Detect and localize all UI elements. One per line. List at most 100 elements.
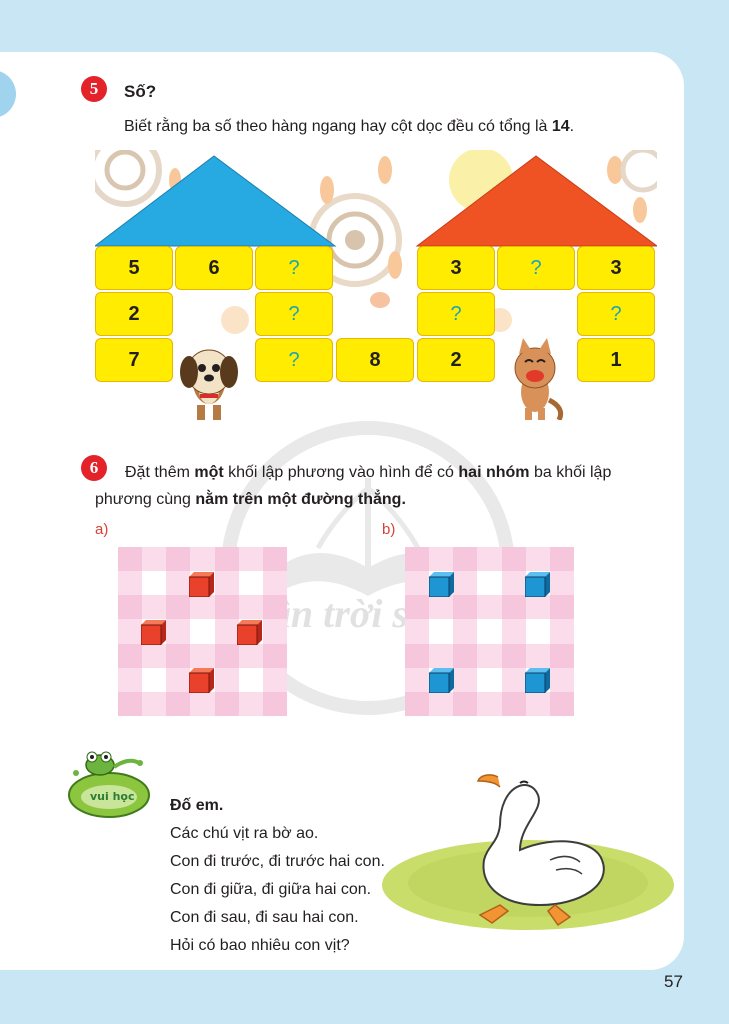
grid-square[interactable] (190, 547, 215, 572)
grid-square[interactable] (525, 547, 550, 572)
grid-square[interactable] (214, 643, 239, 668)
grid-square[interactable] (142, 667, 167, 692)
grid-square[interactable] (238, 571, 263, 596)
grid-square[interactable] (190, 595, 215, 620)
grid-square[interactable] (477, 691, 502, 716)
grid-square[interactable] (166, 691, 191, 716)
grid-square[interactable] (214, 547, 239, 572)
grid-square[interactable] (501, 595, 526, 620)
vui-hoc-badge: vui học (90, 790, 135, 803)
grid-square[interactable] (453, 547, 478, 572)
grid-square[interactable] (453, 691, 478, 716)
grid-square[interactable] (238, 691, 263, 716)
grid-square[interactable] (214, 595, 239, 620)
grid-square[interactable] (238, 643, 263, 668)
grid-square[interactable] (262, 547, 287, 572)
grid-square[interactable] (549, 571, 574, 596)
left-house-cell-r3c3[interactable]: ? (255, 338, 333, 382)
grid-square[interactable] (214, 571, 239, 596)
grid-square[interactable] (501, 667, 526, 692)
grid-square[interactable] (142, 595, 167, 620)
grid-square[interactable] (142, 547, 167, 572)
grid-square[interactable] (549, 643, 574, 668)
grid-square[interactable] (166, 547, 191, 572)
grid-square[interactable] (142, 643, 167, 668)
grid-square[interactable] (477, 619, 502, 644)
grid-square[interactable] (405, 691, 430, 716)
grid-square[interactable] (501, 643, 526, 668)
grid-square[interactable] (453, 619, 478, 644)
blue-cube-icon (525, 668, 550, 693)
grid-square[interactable] (118, 691, 143, 716)
grid-square[interactable] (429, 547, 454, 572)
grid-square[interactable] (405, 571, 430, 596)
grid-square[interactable] (166, 619, 191, 644)
grid-square[interactable] (238, 595, 263, 620)
grid-square[interactable] (549, 691, 574, 716)
right-house-cell-r2c1[interactable]: ? (417, 292, 495, 336)
grid-square[interactable] (166, 643, 191, 668)
grid-square[interactable] (262, 643, 287, 668)
grid-square[interactable] (453, 595, 478, 620)
grid-square[interactable] (453, 667, 478, 692)
grid-square[interactable] (453, 643, 478, 668)
grid-square[interactable] (453, 571, 478, 596)
grid-square[interactable] (501, 619, 526, 644)
grid-square[interactable] (238, 547, 263, 572)
grid-square[interactable] (214, 667, 239, 692)
grid-square[interactable] (262, 667, 287, 692)
grid-square[interactable] (166, 571, 191, 596)
right-house-cell-r1c2[interactable]: ? (497, 246, 575, 290)
grid-square[interactable] (477, 547, 502, 572)
grid-square[interactable] (142, 691, 167, 716)
grid-square[interactable] (405, 667, 430, 692)
grid-square[interactable] (118, 571, 143, 596)
grid-square[interactable] (477, 667, 502, 692)
grid-square[interactable] (190, 643, 215, 668)
grid-square[interactable] (429, 619, 454, 644)
grid-square[interactable] (166, 595, 191, 620)
grid-square[interactable] (405, 643, 430, 668)
page-number: 57 (664, 972, 683, 991)
grid-square[interactable] (549, 667, 574, 692)
grid-square[interactable] (477, 595, 502, 620)
grid-square[interactable] (525, 643, 550, 668)
grid-square[interactable] (549, 595, 574, 620)
grid-square[interactable] (501, 571, 526, 596)
grid-square[interactable] (525, 691, 550, 716)
grid-square[interactable] (477, 571, 502, 596)
grid-square[interactable] (118, 595, 143, 620)
grid-square[interactable] (166, 667, 191, 692)
grid-square[interactable] (501, 691, 526, 716)
grid-square[interactable] (525, 619, 550, 644)
right-house-cell-r2c3[interactable]: ? (577, 292, 655, 336)
grid-square[interactable] (549, 619, 574, 644)
grid-square[interactable] (118, 667, 143, 692)
grid-square[interactable] (118, 547, 143, 572)
grid-square[interactable] (429, 691, 454, 716)
grid-square[interactable] (405, 595, 430, 620)
grid-square[interactable] (501, 547, 526, 572)
grid-square[interactable] (190, 691, 215, 716)
grid-square[interactable] (429, 643, 454, 668)
grid-square[interactable] (118, 619, 143, 644)
grid-square[interactable] (405, 547, 430, 572)
grid-square[interactable] (525, 595, 550, 620)
grid-square[interactable] (262, 619, 287, 644)
grid-square[interactable] (118, 643, 143, 668)
grid-square[interactable] (214, 619, 239, 644)
grid-square[interactable] (549, 547, 574, 572)
grid-square[interactable] (262, 571, 287, 596)
grid-square[interactable] (190, 619, 215, 644)
grid-square[interactable] (262, 691, 287, 716)
riddle-line: Hỏi có bao nhiêu con vịt? (170, 937, 350, 954)
left-house-cell-r1c3[interactable]: ? (255, 246, 333, 290)
grid-square[interactable] (429, 595, 454, 620)
grid-square[interactable] (214, 691, 239, 716)
grid-square[interactable] (477, 643, 502, 668)
grid-square[interactable] (142, 571, 167, 596)
grid-square[interactable] (405, 619, 430, 644)
grid-square[interactable] (238, 667, 263, 692)
left-house-cell-r2c3[interactable]: ? (255, 292, 333, 336)
grid-square[interactable] (262, 595, 287, 620)
